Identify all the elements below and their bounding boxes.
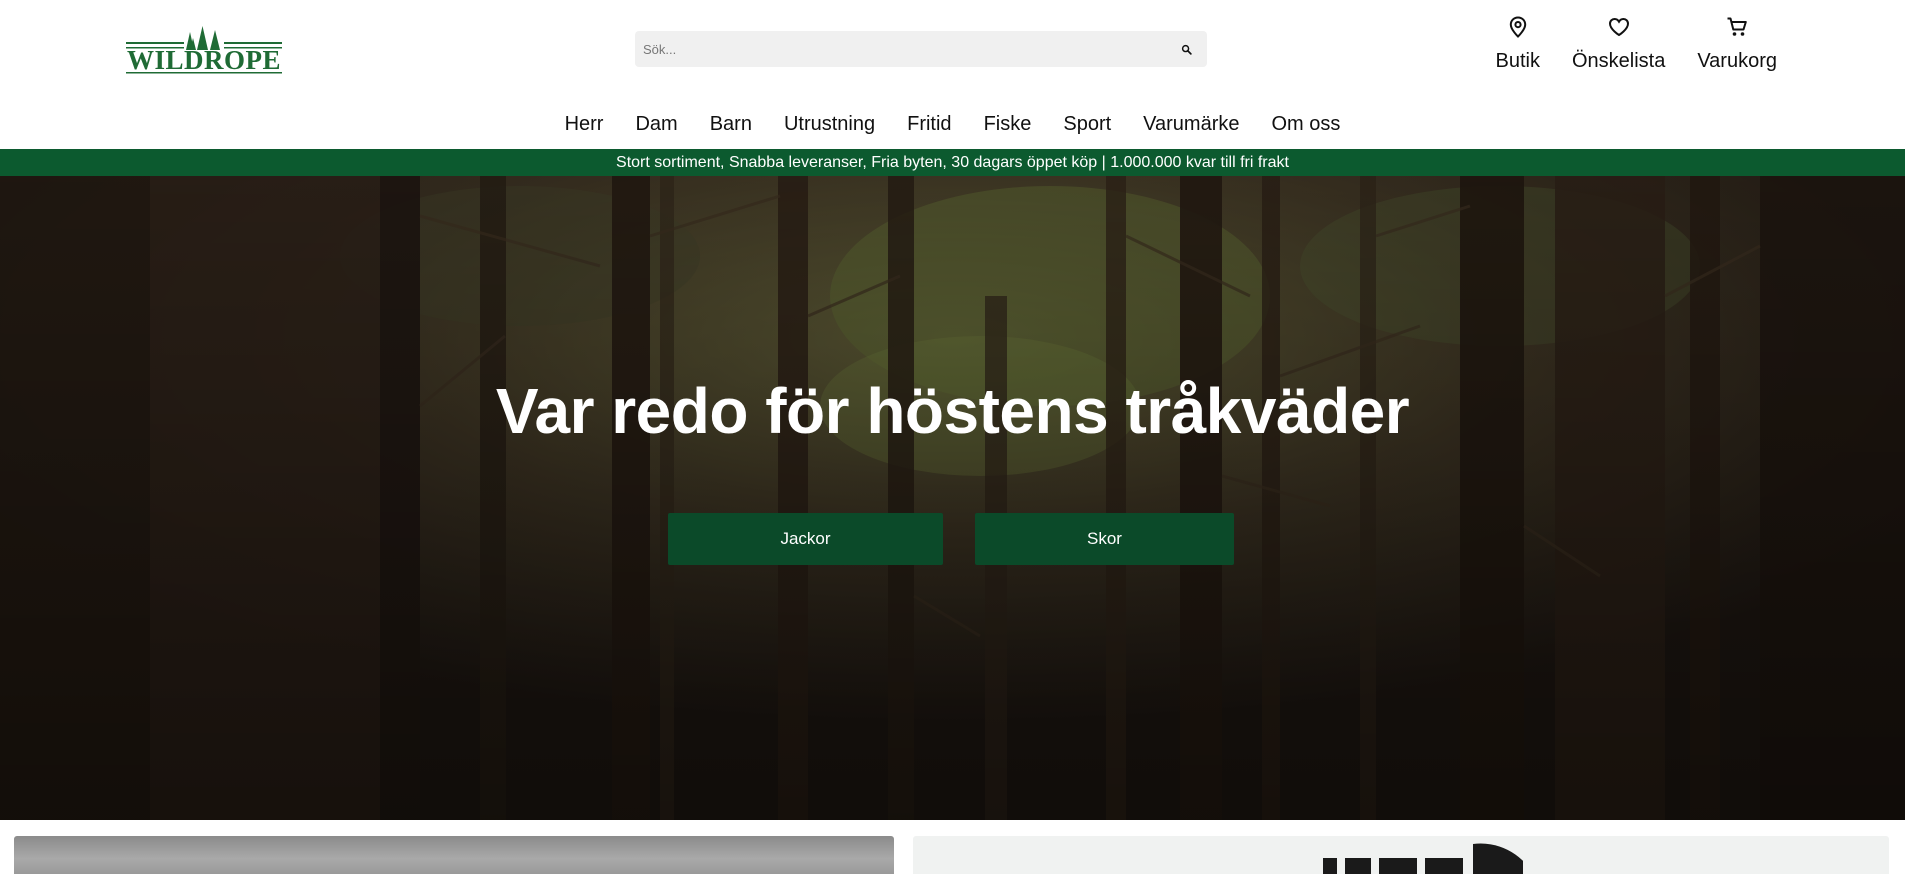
nav-item-varumarke[interactable]: Varumärke — [1127, 110, 1255, 138]
wildrope-logo[interactable]: WILDROPE — [126, 22, 282, 74]
nav-item-utrustning[interactable]: Utrustning — [768, 110, 891, 138]
heart-icon — [1608, 14, 1630, 40]
search-bar — [635, 31, 1207, 67]
nav-item-sport[interactable]: Sport — [1047, 110, 1127, 138]
site-header: WILDROPE Butik — [0, 0, 1905, 148]
main-nav: Herr Dam Barn Utrustning Fritid Fiske Sp… — [0, 110, 1905, 138]
usp-banner: Stort sortiment, Snabba leveranser, Fria… — [0, 149, 1905, 176]
store-label: Butik — [1495, 50, 1540, 72]
cart-link[interactable]: Varukorg — [1681, 14, 1793, 73]
location-pin-icon — [1509, 14, 1527, 40]
nav-item-fiske[interactable]: Fiske — [968, 110, 1048, 138]
nav-item-fritid[interactable]: Fritid — [891, 110, 967, 138]
nav-item-dam[interactable]: Dam — [619, 110, 693, 138]
header-actions: Butik Önskelista Varukorg — [1479, 14, 1793, 73]
nav-item-herr[interactable]: Herr — [549, 110, 620, 138]
logo-text: WILDROPE — [126, 45, 282, 75]
brand-logo-image — [1323, 843, 1523, 874]
logo-underline — [126, 72, 282, 74]
nav-item-om-oss[interactable]: Om oss — [1256, 110, 1357, 138]
nav-item-barn[interactable]: Barn — [694, 110, 768, 138]
cart-label: Varukorg — [1697, 50, 1777, 72]
skor-button[interactable]: Skor — [975, 513, 1234, 565]
search-icon — [1181, 44, 1192, 55]
promo-card-left[interactable] — [14, 836, 894, 874]
wishlist-label: Önskelista — [1571, 50, 1666, 72]
hero-buttons: Jackor Skor — [668, 513, 1234, 565]
hero-title: Var redo för höstens tråkväder — [495, 375, 1410, 447]
store-link[interactable]: Butik — [1479, 14, 1555, 73]
promo-card-right[interactable] — [913, 836, 1889, 874]
cart-icon — [1726, 14, 1748, 40]
jackor-button[interactable]: Jackor — [668, 513, 943, 565]
search-input[interactable] — [635, 31, 1165, 67]
hero-banner: Var redo för höstens tråkväder Jackor Sk… — [0, 176, 1905, 820]
search-button[interactable] — [1165, 31, 1207, 67]
forest-background-image — [0, 176, 1905, 820]
wishlist-link[interactable]: Önskelista — [1556, 14, 1681, 73]
